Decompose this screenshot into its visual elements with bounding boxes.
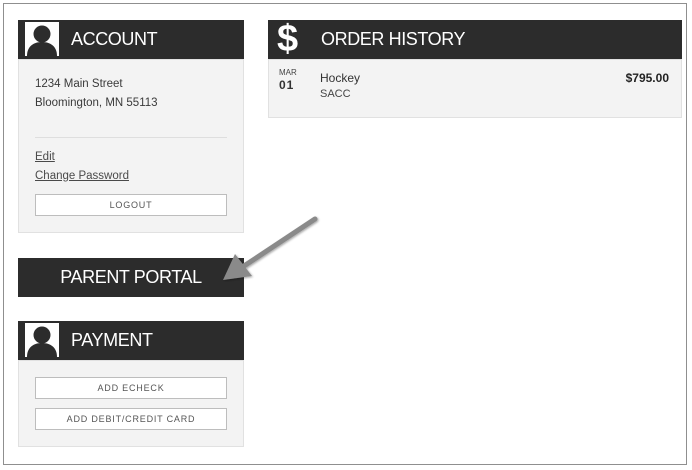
edit-link[interactable]: Edit — [35, 151, 55, 163]
dollar-icon: $ — [277, 18, 298, 60]
order-day: 01 — [279, 78, 295, 92]
order-history-title: ORDER HISTORY — [321, 29, 466, 49]
payment-panel: ADD ECHECK ADD DEBIT/CREDIT CARD — [18, 360, 244, 447]
order-row[interactable]: MAR 01 Hockey SACC $795.00 — [269, 60, 681, 117]
address-line-1: 1234 Main Street — [35, 78, 123, 90]
logout-button[interactable]: LOGOUT — [35, 194, 227, 216]
order-month: MAR — [279, 68, 297, 77]
order-history-header: $ ORDER HISTORY — [268, 18, 682, 60]
add-card-button[interactable]: ADD DEBIT/CREDIT CARD — [35, 408, 227, 430]
account-title: ACCOUNT — [71, 29, 158, 49]
user-icon — [25, 22, 59, 56]
add-echeck-button[interactable]: ADD ECHECK — [35, 377, 227, 399]
divider — [35, 137, 227, 138]
user-icon — [25, 323, 59, 357]
payment-title: PAYMENT — [71, 330, 153, 350]
change-password-link[interactable]: Change Password — [35, 170, 129, 182]
address-line-2: Bloomington, MN 55113 — [35, 97, 158, 109]
account-panel: 1234 Main Street Bloomington, MN 55113 E… — [18, 59, 244, 233]
order-history-panel: MAR 01 Hockey SACC $795.00 — [268, 59, 682, 118]
parent-portal-label: PARENT PORTAL — [60, 267, 202, 287]
order-title: Hockey — [320, 71, 361, 85]
order-amount: $795.00 — [625, 71, 669, 85]
order-subtitle: SACC — [320, 88, 351, 100]
payment-header: PAYMENT — [18, 321, 244, 360]
account-header: ACCOUNT — [18, 20, 244, 59]
parent-portal-button[interactable]: PARENT PORTAL — [18, 258, 244, 297]
